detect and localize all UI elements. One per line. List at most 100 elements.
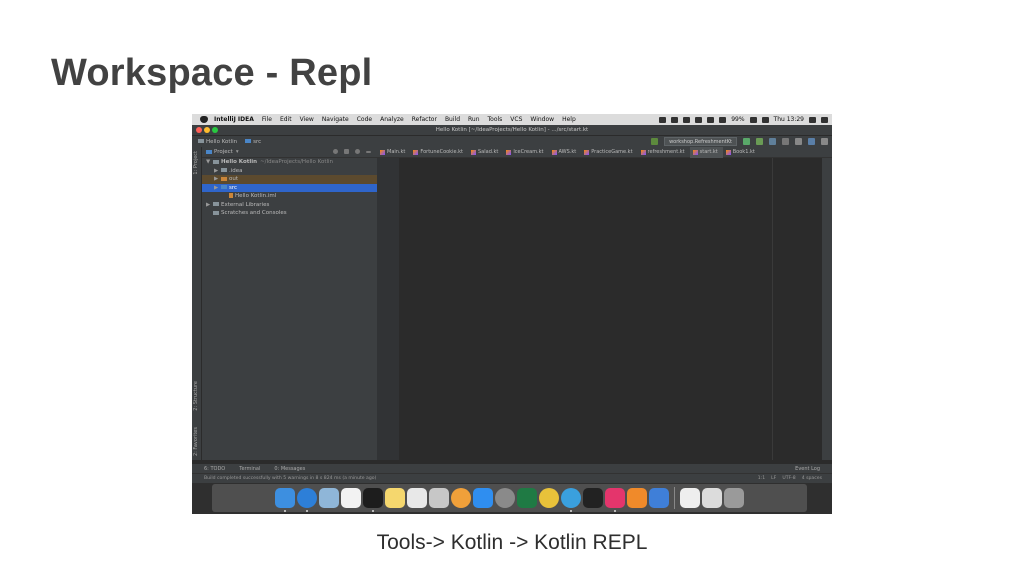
coverage-icon[interactable]	[769, 138, 776, 145]
cloud-icon[interactable]	[659, 116, 667, 123]
wifi-icon[interactable]	[707, 116, 715, 123]
bluetooth-icon[interactable]	[695, 116, 703, 123]
chevron-right-icon[interactable]: ▶	[214, 175, 221, 184]
tree-item[interactable]: ▶ src	[202, 183, 377, 193]
tree-item[interactable]: ▶ External Libraries	[202, 201, 377, 210]
menu-navigate[interactable]: Navigate	[322, 116, 349, 123]
project-view-dropdown[interactable]: Project	[214, 149, 233, 155]
editor-tab[interactable]: FortuneCookie.kt	[410, 147, 468, 158]
menu-build[interactable]: Build	[445, 116, 460, 123]
hide-icon[interactable]	[366, 151, 371, 153]
project-structure-icon[interactable]	[795, 138, 802, 145]
status-message[interactable]: Build completed successfully with 5 warn…	[204, 476, 376, 481]
menu-window[interactable]: Window	[530, 116, 554, 123]
intellij-icon[interactable]	[605, 488, 625, 512]
terminal-icon[interactable]	[363, 488, 383, 512]
document-icon[interactable]	[680, 488, 700, 508]
ibooks-icon[interactable]	[627, 488, 647, 508]
menu-refactor[interactable]: Refactor	[412, 116, 437, 123]
file-encoding[interactable]: UTF-8	[782, 476, 795, 481]
tree-item[interactable]: ▼ Hello Kotlin ~/IdeaProjects/Hello Kotlin	[202, 158, 377, 167]
screen-icon[interactable]	[702, 488, 722, 508]
textedit-icon[interactable]	[407, 488, 427, 508]
menu-file[interactable]: File	[262, 116, 272, 123]
run-configuration-select[interactable]: workshop.RefreshmentKt	[664, 137, 737, 146]
hammer-icon[interactable]	[651, 138, 659, 145]
chevron-down-icon[interactable]: ▾	[236, 149, 239, 155]
favorites-tool-tab[interactable]: 2: Favorites	[193, 427, 199, 456]
telegram-icon[interactable]	[561, 488, 581, 512]
calendar-icon[interactable]	[341, 488, 361, 508]
messages-tool-tab[interactable]: 0: Messages	[274, 466, 305, 472]
collapse-icon[interactable]	[344, 149, 349, 154]
finder-icon[interactable]	[275, 488, 295, 512]
battery-icon[interactable]	[749, 116, 757, 123]
editor-tab[interactable]: PracticeGame.kt	[581, 147, 637, 158]
event-log-tool-tab[interactable]: Event Log	[795, 466, 820, 472]
preview-icon[interactable]	[319, 488, 339, 508]
location-icon[interactable]	[683, 116, 691, 123]
system-preferences-icon[interactable]	[495, 488, 515, 508]
run-icon[interactable]	[743, 138, 750, 145]
tree-item[interactable]: Scratches and Consoles	[202, 209, 377, 218]
editor-tab[interactable]: AWS.kt	[549, 147, 582, 158]
editor-tab[interactable]: Main.kt	[377, 147, 410, 158]
battery-percent[interactable]: 99%	[731, 116, 744, 123]
excel-icon[interactable]	[517, 488, 537, 508]
menu-code[interactable]: Code	[357, 116, 372, 123]
indent-setting[interactable]: 4 spaces	[802, 476, 822, 481]
chrome-icon[interactable]	[539, 488, 559, 508]
breadcrumb-project[interactable]: Hello Kotlin	[198, 139, 237, 145]
photos-icon[interactable]	[451, 488, 471, 508]
editor-tab[interactable]: start.kt	[689, 146, 723, 158]
minimize-window-icon[interactable]	[204, 127, 210, 133]
gear-icon[interactable]	[355, 149, 360, 154]
notes-icon[interactable]	[385, 488, 405, 508]
safari-icon[interactable]	[297, 488, 317, 512]
eject-icon[interactable]	[671, 116, 679, 123]
activity-monitor-icon[interactable]	[583, 488, 603, 508]
code-editor[interactable]	[399, 158, 832, 460]
menu-run[interactable]: Run	[468, 116, 480, 123]
tree-item[interactable]: ▶ .idea	[202, 167, 377, 176]
editor-tab[interactable]: refreshment.kt	[638, 147, 690, 158]
menu-analyze[interactable]: Analyze	[380, 116, 404, 123]
maximize-window-icon[interactable]	[212, 127, 218, 133]
chevron-right-icon[interactable]: ▶	[206, 201, 213, 210]
menu-help[interactable]: Help	[562, 116, 576, 123]
stop-icon[interactable]	[782, 138, 789, 145]
input-source-icon[interactable]	[761, 116, 769, 123]
breadcrumb-src[interactable]: src	[245, 139, 261, 145]
search-everywhere-icon[interactable]	[821, 138, 828, 145]
menu-clock[interactable]: Thu 13:29	[774, 116, 804, 123]
menu-vcs[interactable]: VCS	[510, 116, 522, 123]
menu-app-name[interactable]: IntelliJ IDEA	[214, 116, 254, 123]
menu-view[interactable]: View	[300, 116, 314, 123]
menu-tools[interactable]: Tools	[488, 116, 503, 123]
tree-item[interactable]: Hello Kotlin.iml	[202, 192, 377, 201]
menu-edit[interactable]: Edit	[280, 116, 292, 123]
chevron-right-icon[interactable]: ▶	[214, 167, 221, 176]
editor-tab[interactable]: IceCream.kt	[503, 147, 548, 158]
editor-tab[interactable]: Salad.kt	[468, 147, 503, 158]
search-icon[interactable]	[809, 116, 816, 123]
structure-tool-tab[interactable]: 2: Structure	[193, 381, 199, 411]
apple-icon[interactable]	[200, 116, 208, 123]
notification-center-icon[interactable]	[821, 116, 828, 123]
line-separator[interactable]: LF	[771, 476, 776, 481]
sdk-icon[interactable]	[808, 138, 815, 145]
chevron-down-icon[interactable]: ▼	[206, 158, 213, 167]
project-tool-tab[interactable]: 1: Project	[193, 151, 199, 175]
script-editor-icon[interactable]	[429, 488, 449, 508]
quicktime-icon[interactable]	[649, 488, 669, 508]
debug-icon[interactable]	[756, 138, 763, 145]
chevron-right-icon[interactable]: ▶	[214, 184, 221, 193]
volume-icon[interactable]	[719, 116, 727, 123]
app-store-icon[interactable]	[473, 488, 493, 508]
todo-tool-tab[interactable]: 6: TODO	[204, 466, 225, 472]
trash-icon[interactable]	[724, 488, 744, 508]
caret-position[interactable]: 1:1	[758, 476, 765, 481]
locate-icon[interactable]	[333, 149, 338, 154]
tree-item[interactable]: ▶ out	[202, 175, 377, 184]
close-window-icon[interactable]	[196, 127, 202, 133]
